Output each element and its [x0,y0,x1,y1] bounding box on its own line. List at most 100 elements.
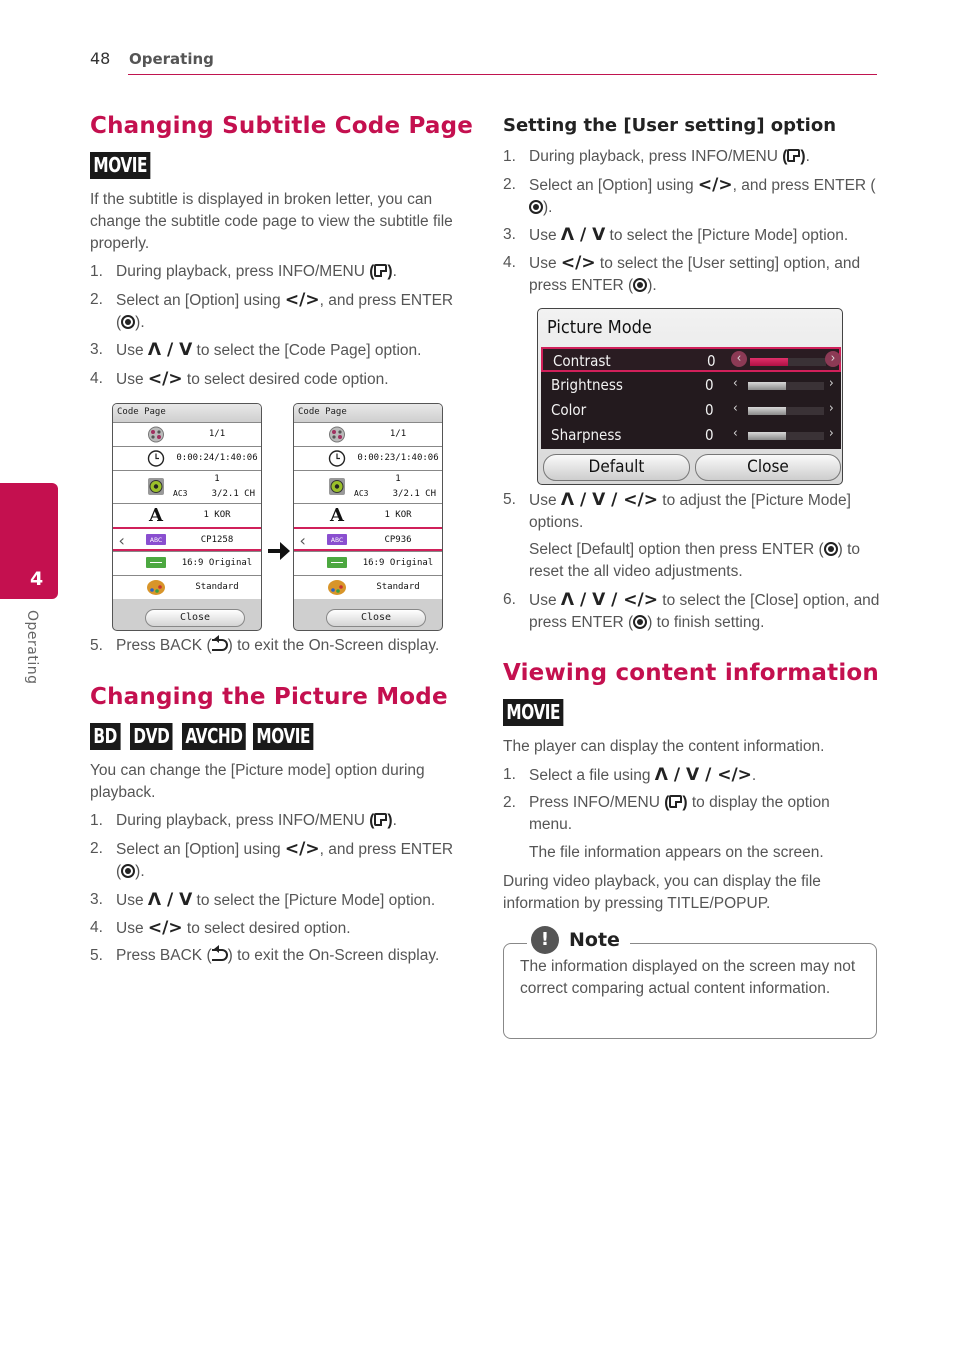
chevron-left-icon[interactable]: ‹ [731,351,747,367]
section-title: Operating [129,50,214,68]
osd-row-picture-mode: Standard [113,575,261,599]
osd-row-code-page[interactable]: ‹ ABC CP1258 [113,527,261,551]
step-note: The file information appears on the scre… [529,844,824,861]
code-page-screen-after: Code Page 1/1 0:00:23/1:40:06 1 AC3 3/2.1… [293,403,443,631]
osd-title: Code Page [113,404,261,422]
level-slider[interactable] [748,432,824,440]
osd-row-subtitle: A 1 KOR [113,503,261,527]
enter-icon [633,615,648,629]
intro-paragraph: The player can display the content infor… [503,738,825,755]
enter-icon [823,542,838,556]
svg-text:ABC: ABC [331,537,343,544]
close-button[interactable]: Close [326,609,426,627]
exclamation-icon: ! [531,926,559,954]
disc-badges: MOVIE [90,152,161,179]
step-item: 2. Select an [Option] using </>, and pre… [90,839,454,880]
osd-row-subtitle: A 1 KOR [294,503,442,527]
chevron-left-icon[interactable]: ‹ [117,531,127,550]
info-menu-icon [669,795,683,808]
code-page-abc-icon: ABC [146,534,166,545]
level-slider[interactable] [750,358,826,366]
step-item: 5. Press BACK () to exit the On-Screen d… [90,635,440,654]
osd-row-time: 0:00:23/1:40:06 [294,446,442,470]
level-slider[interactable] [748,382,824,390]
enter-icon [529,200,543,214]
settings-list: Contrast 0 ‹ › Brightness 0 ‹ › Color 0 … [541,347,841,449]
aspect-ratio-icon [146,557,166,568]
arrow-right-icon [268,542,290,560]
chevron-right-icon[interactable]: › [829,376,834,391]
close-button[interactable]: Close [695,454,841,481]
disc-badges: MOVIE [503,699,574,726]
palette-icon [147,580,165,595]
note-label: Note [569,929,620,951]
page-number: 48 [90,49,111,68]
setting-row-sharpness[interactable]: Sharpness 0 ‹ › [541,423,841,448]
back-icon [211,635,228,651]
subtitle-letter-icon: A [149,505,163,526]
chapter-number: 4 [30,568,44,590]
chevron-right-icon[interactable]: › [825,351,841,367]
heading-subtitle-code-page: Changing Subtitle Code Page [90,113,474,139]
level-slider[interactable] [748,407,824,415]
code-page-screen-before: Code Page 1/1 0:00:24/1:40:06 1 AC3 3/2.1… [112,403,262,631]
disc-badges: BD DVD AVCHD MOVIE [90,723,324,750]
svg-text:ABC: ABC [150,537,162,544]
badge-movie: MOVIE [90,152,151,179]
info-menu-icon [787,149,801,162]
up-down-arrows-icon: Λ / V [147,890,193,910]
osd-row-audio: 1 AC3 3/2.1 CH [294,470,442,503]
chevron-left-icon[interactable]: ‹ [733,376,738,391]
chevron-right-icon[interactable]: › [829,426,834,441]
speaker-icon [329,478,345,495]
subtitle-letter-icon: A [330,505,344,526]
heading-picture-mode: Changing the Picture Mode [90,684,448,710]
badge-dvd: DVD [129,723,173,750]
intro-paragraph: You can change the [Picture mode] option… [90,762,425,801]
badge-movie: MOVIE [253,723,314,750]
step-item: 1. During playback, press INFO/MENU (). [90,812,397,829]
left-right-arrows-icon: </> [147,369,183,389]
left-right-arrows-icon: </> [697,175,733,195]
step-item: 3. Use Λ / V to select the [Picture Mode… [90,890,436,910]
info-menu-icon [374,813,388,826]
slider-fill [748,432,786,440]
chevron-left-icon[interactable]: ‹ [733,401,738,416]
chevron-left-icon[interactable]: ‹ [733,426,738,441]
chevron-left-icon[interactable]: ‹ [298,531,308,550]
film-reel-icon [148,426,164,443]
setting-row-contrast[interactable]: Contrast 0 ‹ › [541,347,841,372]
step-item: 1. During playback, press INFO/MENU (). [90,263,397,280]
step-item: 4. Use </> to select desired code option… [90,369,389,389]
film-reel-icon [329,426,345,443]
osd-row-code-page[interactable]: ‹ ABC CP936 [294,527,442,551]
step-note: Select [Default] option then press ENTER… [529,541,861,580]
direction-arrows-icon: Λ / V / </> [560,490,658,510]
aspect-ratio-icon [327,557,347,568]
palette-icon [328,580,346,595]
osd-row-title: 1/1 [113,422,261,446]
code-page-abc-icon: ABC [327,534,347,545]
clock-icon [328,450,346,467]
setting-row-brightness[interactable]: Brightness 0 ‹ › [541,373,841,398]
badge-bd: BD [90,723,121,750]
step-item: 4. Use </> to select desired option. [90,918,351,938]
speaker-icon [148,478,164,495]
enter-icon [121,864,136,878]
osd-row-time: 0:00:24/1:40:06 [113,446,261,470]
close-button[interactable]: Close [145,609,245,627]
slider-fill [748,382,786,390]
step-item: 3. Use Λ / V to select the [Code Page] o… [90,340,422,360]
enter-icon [633,278,648,292]
badge-avchd: AVCHD [181,723,246,750]
left-right-arrows-icon: </> [147,918,183,938]
default-button[interactable]: Default [543,454,690,481]
setting-row-color[interactable]: Color 0 ‹ › [541,398,841,423]
picture-mode-dialog: Picture Mode Contrast 0 ‹ › Brightness 0… [537,308,843,485]
chevron-right-icon[interactable]: › [829,401,834,416]
osd-row-audio: 1 AC3 3/2.1 CH [113,470,261,503]
left-right-arrows-icon: </> [284,839,320,859]
osd-title: Code Page [294,404,442,422]
back-icon [211,945,228,961]
step-item: 1. Select a file using Λ / V / </>. [503,765,757,785]
